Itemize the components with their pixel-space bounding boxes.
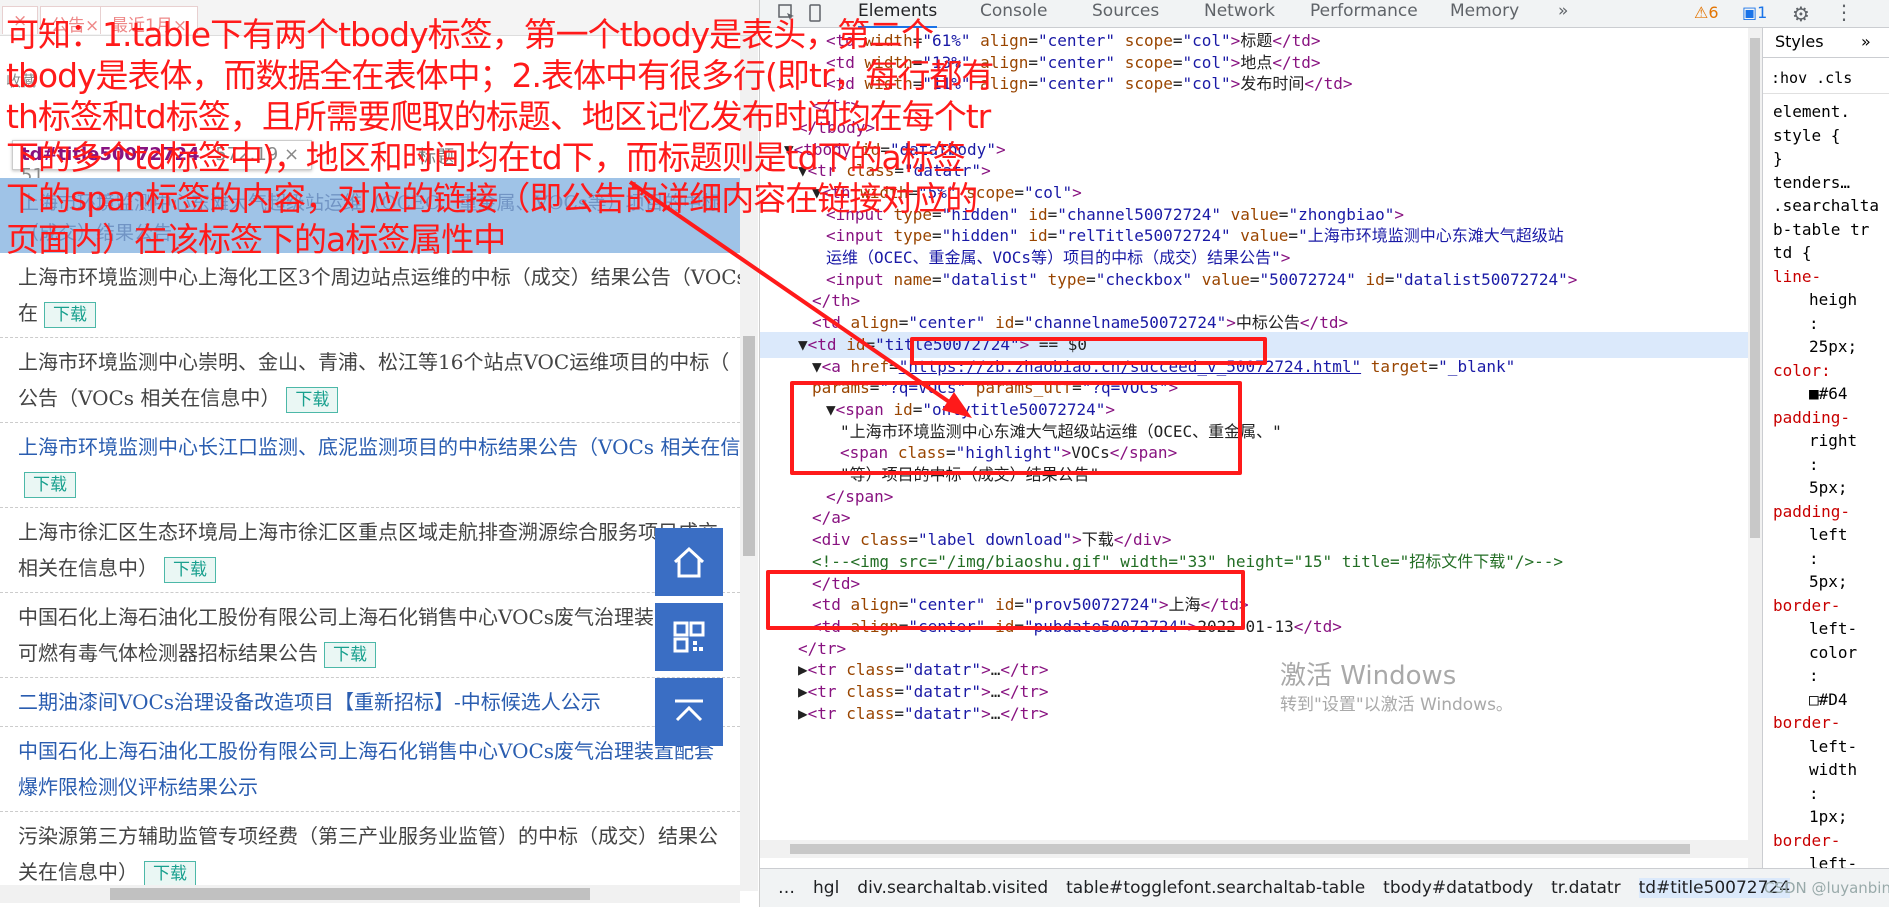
annotation-arrow: [628, 180, 972, 418]
screenshot-root: × 公告× 最近1月× 收藏 td#title50072724 572.19 ×…: [0, 0, 1889, 907]
